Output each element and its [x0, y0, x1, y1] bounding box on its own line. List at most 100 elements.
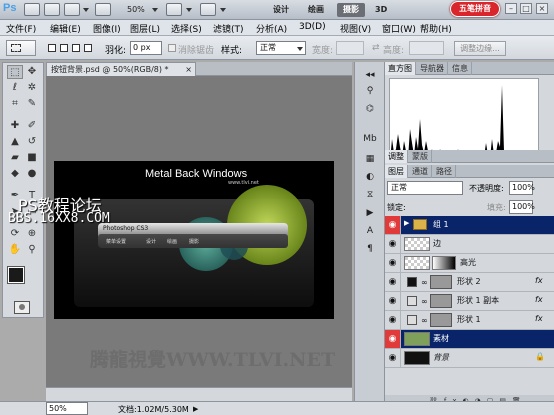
paragraph-icon[interactable]: ¶ — [362, 242, 378, 256]
fx-icon[interactable]: fx — [535, 295, 543, 304]
move-tool-icon[interactable]: ✥ — [24, 65, 40, 79]
eye-icon[interactable]: ◉ — [385, 235, 401, 253]
mini-bridge-icon[interactable]: Mb — [362, 132, 378, 146]
layer-row-material[interactable]: ◉ 素材 — [385, 330, 554, 349]
feather-input[interactable]: 0 px — [130, 41, 162, 55]
link-icon[interactable]: ∞ — [421, 316, 428, 325]
new-selection-icon[interactable] — [48, 40, 58, 56]
layer-row-edge[interactable]: ◉ 边 — [385, 235, 554, 254]
menu-edit[interactable]: 编辑(E) — [50, 22, 81, 35]
eye-icon[interactable]: ◉ — [385, 349, 401, 367]
document-tab[interactable]: 按钮背景.psd @ 50%(RGB/8) * × — [46, 62, 196, 76]
status-arrow-icon[interactable]: ▶ — [193, 405, 198, 413]
lasso-tool-icon[interactable]: ℓ — [7, 81, 23, 95]
3d-rotate-icon[interactable]: ⟳ — [7, 227, 23, 241]
link-icon[interactable]: ∞ — [421, 278, 428, 287]
intersect-selection-icon[interactable] — [84, 40, 94, 56]
eye-icon[interactable]: ◉ — [385, 216, 401, 234]
tab-adjustments[interactable]: 调整 — [385, 150, 408, 163]
clone-stamp-icon[interactable]: ▲ — [7, 135, 23, 149]
eye-icon[interactable]: ◉ — [385, 330, 401, 348]
workspace-painting[interactable]: 绘画 — [302, 3, 330, 17]
tab-histogram[interactable]: 直方图 — [385, 62, 416, 75]
screen-mode-icon[interactable] — [200, 3, 216, 16]
quick-mask-icon[interactable] — [14, 301, 30, 314]
tab-paths[interactable]: 路径 — [433, 165, 456, 178]
fx-icon[interactable]: fx — [535, 314, 543, 323]
menu-analysis[interactable]: 分析(A) — [256, 22, 287, 35]
chevron-down-icon[interactable] — [152, 8, 158, 12]
brush-presets-icon[interactable]: ⚲ — [362, 84, 378, 98]
link-icon[interactable]: ∞ — [421, 297, 428, 306]
add-selection-icon[interactable] — [60, 40, 70, 56]
launch-minibridge-icon[interactable] — [44, 3, 60, 16]
layer-row-highlight[interactable]: ◉ 高光 — [385, 254, 554, 273]
magic-wand-icon[interactable]: ✲ — [24, 81, 40, 95]
workspace-photography[interactable]: 摄影 — [337, 3, 365, 17]
hand-tool-icon[interactable]: ✋ — [7, 243, 23, 257]
zoom-tool-icon[interactable]: ⚲ — [24, 243, 40, 257]
fx-icon[interactable]: fx — [535, 276, 543, 285]
minimize-button[interactable]: – — [505, 3, 517, 14]
eyedropper-icon[interactable]: ✎ — [24, 97, 40, 111]
launch-bridge-icon[interactable] — [24, 3, 40, 16]
chevron-down-icon[interactable] — [186, 8, 192, 12]
blend-mode-select[interactable]: 正常 — [387, 181, 463, 195]
styles-icon[interactable]: ◐ — [362, 170, 378, 184]
chevron-down-icon[interactable] — [83, 8, 89, 12]
close-tab-icon[interactable]: × — [185, 63, 192, 76]
history-icon[interactable]: ⧖ — [362, 188, 378, 202]
crop-tool-icon[interactable]: ⌗ — [7, 97, 23, 111]
blur-tool-icon[interactable]: ◆ — [7, 167, 23, 181]
healing-brush-icon[interactable]: ✚ — [7, 119, 23, 133]
close-button[interactable]: × — [536, 3, 548, 14]
subtract-selection-icon[interactable] — [72, 40, 82, 56]
menu-help[interactable]: 帮助(H) — [420, 22, 452, 35]
expand-arrow-icon[interactable]: ▶ — [404, 219, 409, 227]
tab-channels[interactable]: 通道 — [409, 165, 432, 178]
foreground-color-swatch[interactable] — [7, 266, 25, 284]
eye-icon[interactable]: ◉ — [385, 273, 401, 291]
tab-masks[interactable]: 蒙版 — [409, 150, 432, 163]
tab-navigator[interactable]: 导航器 — [417, 62, 448, 75]
marquee-preset-icon[interactable] — [6, 40, 36, 56]
view-extras-icon[interactable] — [64, 3, 80, 16]
menu-file[interactable]: 文件(F) — [6, 22, 36, 35]
maximize-button[interactable]: □ — [520, 3, 532, 14]
marquee-tool-icon[interactable]: ⬚ — [7, 65, 23, 79]
menu-window[interactable]: 窗口(W) — [382, 22, 416, 35]
hand-zoom-icon[interactable] — [95, 3, 111, 16]
dodge-tool-icon[interactable]: ● — [24, 167, 40, 181]
tab-info[interactable]: 信息 — [449, 62, 472, 75]
antialias-checkbox[interactable] — [168, 44, 176, 52]
eye-icon[interactable]: ◉ — [385, 311, 401, 329]
tab-layers[interactable]: 图层 — [385, 165, 408, 178]
layer-row-background[interactable]: ◉ 背景 🔒 — [385, 349, 554, 368]
eraser-icon[interactable]: ▰ — [7, 151, 23, 165]
layer-row-shape1-copy[interactable]: ◉ ∞ 形状 1 副本 fx — [385, 292, 554, 311]
chevron-down-icon[interactable] — [220, 8, 226, 12]
horizontal-scrollbar[interactable] — [46, 387, 352, 401]
arrange-documents-icon[interactable] — [166, 3, 182, 16]
fill-input[interactable]: 100% — [509, 200, 535, 214]
actions-icon[interactable]: ▶ — [362, 206, 378, 220]
workspace-design[interactable]: 设计 — [267, 3, 295, 17]
3d-orbit-icon[interactable]: ⊕ — [24, 227, 40, 241]
dock-arrow-icon[interactable]: ◂◂ — [362, 68, 378, 82]
menu-filter[interactable]: 滤镜(T) — [213, 22, 244, 35]
refine-edge-button[interactable]: 调整边缘... — [454, 41, 506, 56]
menu-select[interactable]: 选择(S) — [171, 22, 202, 35]
brush-tool-icon[interactable]: ✐ — [24, 119, 40, 133]
layer-row-shape2[interactable]: ◉ ∞ 形状 2 fx — [385, 273, 554, 292]
zoom-level[interactable]: 50% — [127, 5, 145, 14]
eye-icon[interactable]: ◉ — [385, 254, 401, 272]
zoom-status[interactable]: 50% — [46, 402, 88, 415]
menu-3d[interactable]: 3D(D) — [299, 22, 326, 32]
gradient-tool-icon[interactable]: ■ — [24, 151, 40, 165]
menu-image[interactable]: 图像(I) — [93, 22, 121, 35]
workspace-3d[interactable]: 3D — [369, 3, 393, 17]
character-icon[interactable]: A — [362, 224, 378, 238]
menu-layer[interactable]: 图层(L) — [130, 22, 160, 35]
layer-row-group1[interactable]: ◉ ▶ 组 1 — [385, 216, 554, 235]
layer-row-shape1[interactable]: ◉ ∞ 形状 1 fx — [385, 311, 554, 330]
